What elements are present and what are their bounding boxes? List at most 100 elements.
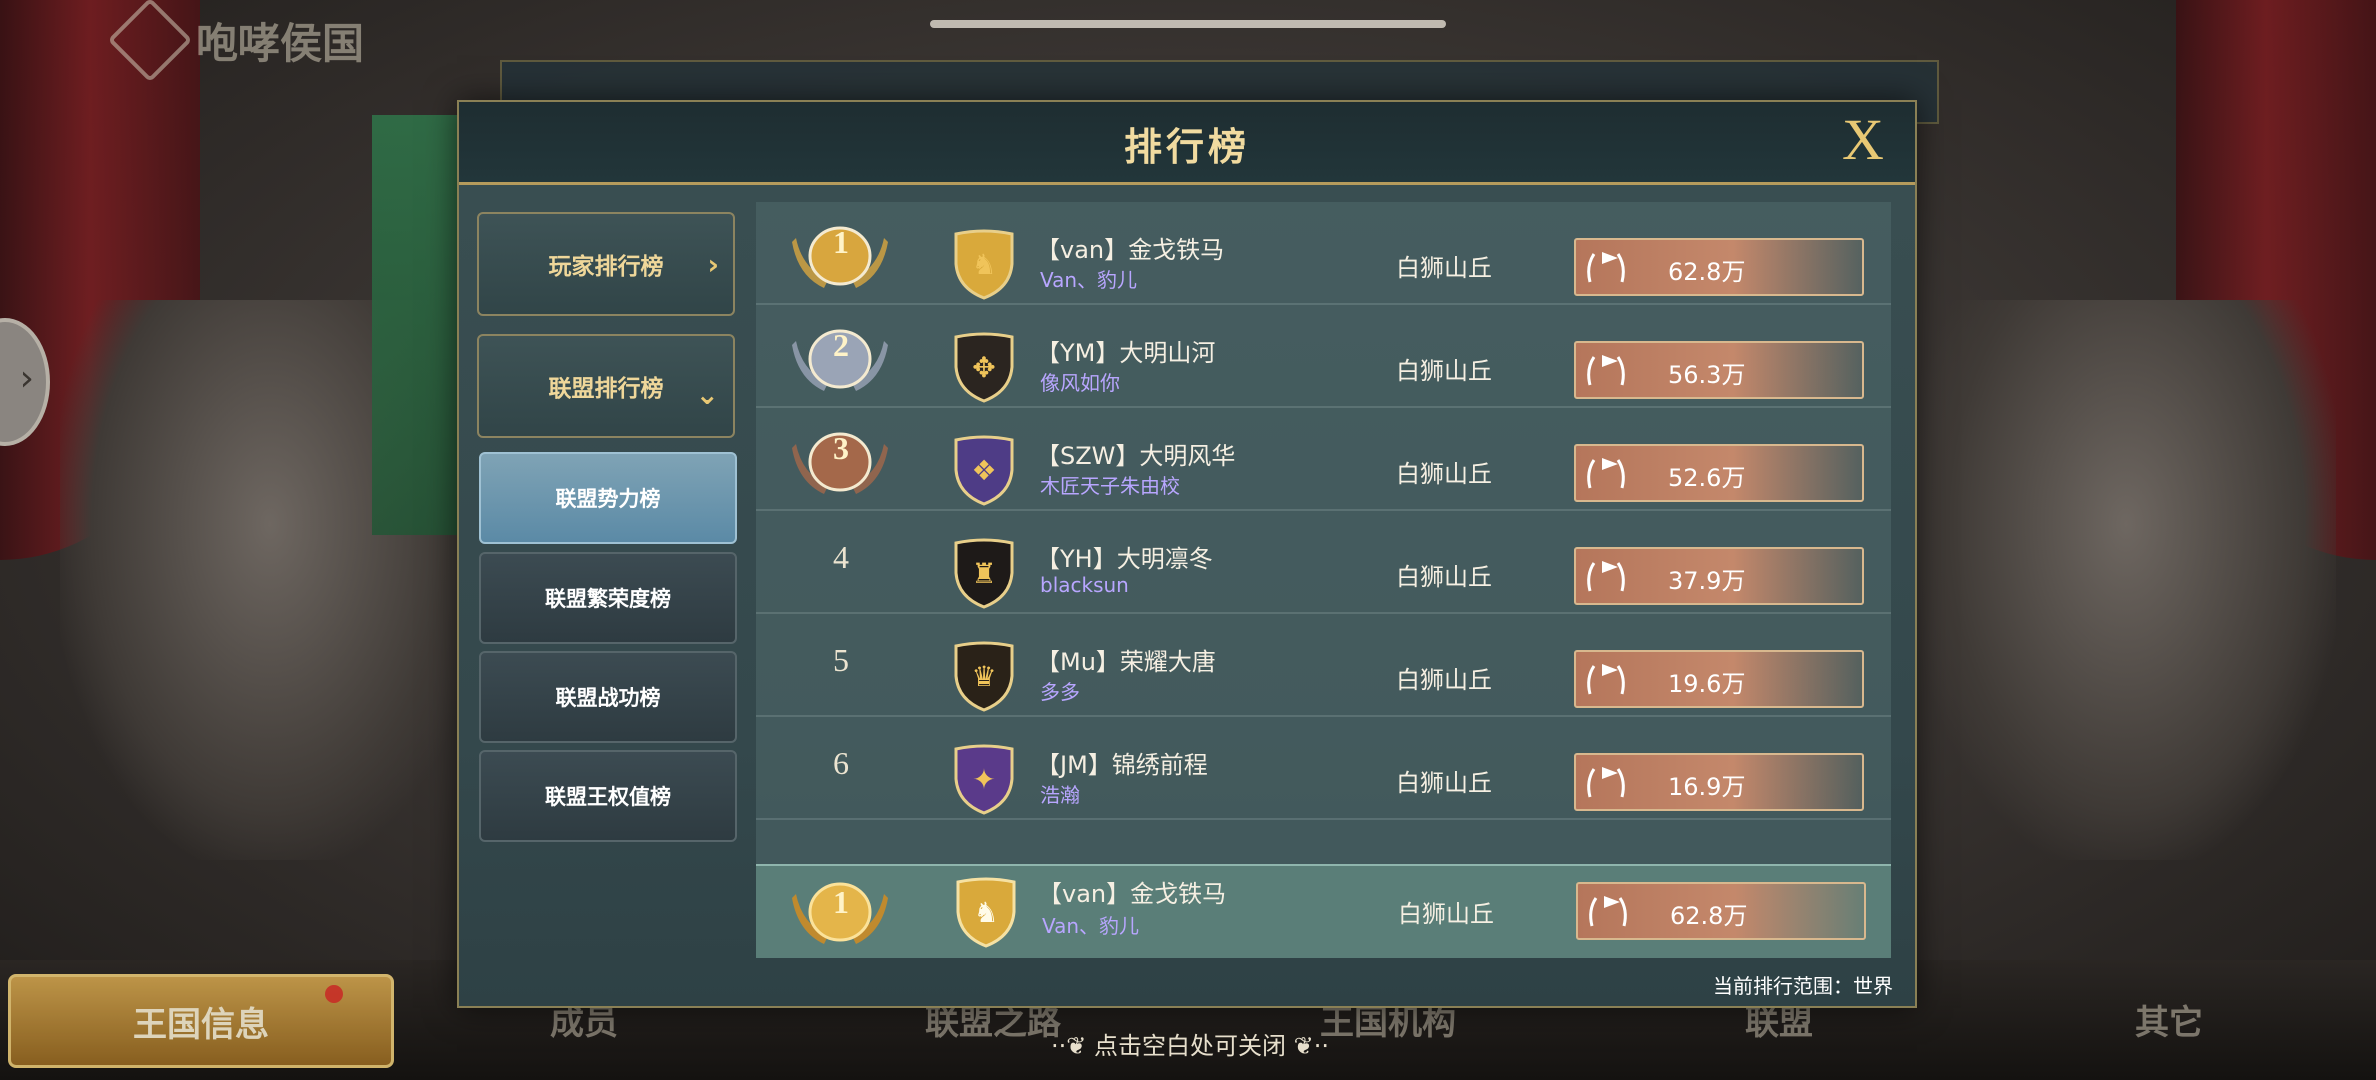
rank-number: 5 [833,642,849,678]
background-title-text: 咆哮侯国 [196,21,365,68]
alliance-shield-icon: ✦ [954,744,1014,815]
alliance-name: 【Mu】荣耀大唐 [1036,648,1216,676]
flag-wreath-icon [1589,896,1627,927]
alliance-leader: Van、豹儿 [1040,268,1138,292]
flag-wreath-icon [1587,561,1625,592]
dragon-icon: ♜ [971,557,996,590]
close-button[interactable]: X [1833,110,1893,170]
power-value: 37.9万 [1668,567,1746,595]
sidebar-item-alliance-sovereignty[interactable]: 联盟王权值榜 [479,750,737,842]
power-value: 16.9万 [1668,773,1746,801]
sidebar-category-label: 玩家排行榜 [548,254,664,280]
modal-title: 排行榜 [1123,125,1250,169]
alliance-leader: 浩瀚 [1040,783,1080,807]
background-banner [372,115,464,535]
alliance-server: 白狮山丘 [1396,460,1492,488]
alliance-server: 白狮山丘 [1396,666,1492,694]
double-eagle-icon: ✥ [972,351,995,384]
alliance-shield-icon: ♛ [954,641,1014,712]
chevron-right-icon: › [19,358,34,399]
alliance-name: 【van】金戈铁马 [1038,880,1227,908]
ranking-list[interactable]: 1 ♞ 【van】金戈铁马 Van、豹儿 白狮山丘 62.8万 2 ✥ 【YM】… [756,202,1891,870]
ranking-row[interactable]: 5 ♛ 【Mu】荣耀大唐 多多 白狮山丘 19.6万 [756,614,1891,717]
alliance-name: 【JM】锦绣前程 [1036,751,1208,779]
rank-number: 4 [833,539,849,575]
sidebar-item-label: 联盟战功榜 [555,686,661,710]
flag-wreath-icon [1587,767,1625,798]
flag-wreath-icon [1587,458,1625,489]
sidebar-category-label: 联盟排行榜 [548,376,664,402]
power-box: 52.6万 [1574,444,1864,502]
power-box: 56.3万 [1574,341,1864,399]
rank-number: 1 [833,224,849,260]
glyph-icon: ❖ [971,454,996,487]
sidebar-category-alliance[interactable]: 联盟排行榜 ⌄ [477,334,735,438]
rank-number: 2 [833,327,849,363]
fleur-left-icon: ⋅⋅❦ [1050,1032,1087,1060]
flag-wreath-icon [1587,664,1625,695]
lion-icon: ♛ [971,660,996,693]
alliance-leader: blacksun [1040,573,1129,597]
alliance-shield-icon: ❖ [954,435,1014,506]
alliance-name: 【YH】大明凛冬 [1036,545,1213,573]
sidebar-item-label: 联盟繁荣度榜 [545,587,671,611]
alliance-shield-icon: ♜ [954,538,1014,609]
power-value: 62.8万 [1670,902,1748,930]
rank-number: 1 [833,884,849,920]
alliance-server: 白狮山丘 [1398,900,1494,928]
ranking-row[interactable]: 6 ✦ 【JM】锦绣前程 浩瀚 白狮山丘 16.9万 [756,717,1891,820]
alliance-leader: 木匠天子朱由校 [1040,474,1180,498]
power-value: 56.3万 [1668,361,1746,389]
my-alliance-row[interactable]: 1 ♞ 【van】金戈铁马 Van、豹儿 白狮山丘 62.8万 [756,864,1891,958]
alliance-server: 白狮山丘 [1396,769,1492,797]
sidebar-item-alliance-prosperity[interactable]: 联盟繁荣度榜 [479,552,737,644]
sidebar-item-alliance-merit[interactable]: 联盟战功榜 [479,651,737,743]
alliance-shield-icon: ♞ [954,229,1014,300]
notification-dot [325,985,343,1003]
kingdom-info-button[interactable]: 王国信息 [8,974,394,1068]
alliance-shield-icon: ♞ [956,877,1016,948]
tap-hint-text: 点击空白处可关闭 [1094,1032,1286,1060]
sidebar-item-alliance-power[interactable]: 联盟势力榜 [479,452,737,544]
leaderboard-modal: 排行榜 X 玩家排行榜 › 联盟排行榜 ⌄ 联盟势力榜 联盟繁荣度榜 联盟战功榜… [457,100,1917,1008]
alliance-leader: 像风如你 [1040,371,1120,395]
power-box: 62.8万 [1576,882,1866,940]
alliance-server: 白狮山丘 [1396,563,1492,591]
ranking-row[interactable]: 4 ♜ 【YH】大明凛冬 blacksun 白狮山丘 37.9万 [756,511,1891,614]
power-value: 62.8万 [1668,258,1746,286]
kingdom-info-label: 王国信息 [133,1004,269,1045]
alliance-name: 【SZW】大明风华 [1036,442,1236,470]
ranking-row[interactable]: 2 ✥ 【YM】大明山河 像风如你 白狮山丘 56.3万 [756,305,1891,408]
chevron-down-icon: ⌄ [695,378,719,411]
alliance-server: 白狮山丘 [1396,254,1492,282]
power-box: 37.9万 [1574,547,1864,605]
alliance-shield-icon: ✥ [954,332,1014,403]
flag-wreath-icon [1587,355,1625,386]
ranking-scope: 当前排行范围：世界 [1713,974,1893,998]
sidebar-item-label: 联盟势力榜 [555,487,661,511]
power-box: 62.8万 [1574,238,1864,296]
alliance-leader: 多多 [1040,680,1080,704]
eagle-icon: ✦ [972,763,995,796]
alliance-name: 【YM】大明山河 [1036,339,1216,367]
rank-number: 6 [833,745,849,781]
sidebar-category-player[interactable]: 玩家排行榜 › [477,212,735,316]
ranking-row[interactable]: 3 ❖ 【SZW】大明风华 木匠天子朱由校 白狮山丘 52.6万 [756,408,1891,511]
fleur-right-icon: ❦⋅⋅ [1293,1032,1330,1060]
rank-number: 3 [833,430,849,466]
power-value: 19.6万 [1668,670,1746,698]
alliance-leader: Van、豹儿 [1042,914,1140,938]
unicorn-icon: ♞ [971,248,996,281]
top-drag-handle[interactable] [930,20,1446,28]
background-title: 咆哮侯国 [107,0,365,83]
bottom-tab-other[interactable]: 其它 [2135,995,2203,1044]
power-value: 52.6万 [1668,464,1746,492]
ranking-row[interactable]: 1 ♞ 【van】金戈铁马 Van、豹儿 白狮山丘 62.8万 [756,202,1891,305]
svg-text:♞: ♞ [973,896,998,929]
power-box: 16.9万 [1574,753,1864,811]
tap-to-close-hint[interactable]: ⋅⋅❦ 点击空白处可关闭 ❦⋅⋅ [1010,1026,1370,1061]
statue-right [1916,300,2336,860]
modal-header: 排行榜 X [459,102,1915,185]
alliance-name: 【van】金戈铁马 [1036,236,1225,264]
sidebar-item-label: 联盟王权值榜 [545,785,671,809]
